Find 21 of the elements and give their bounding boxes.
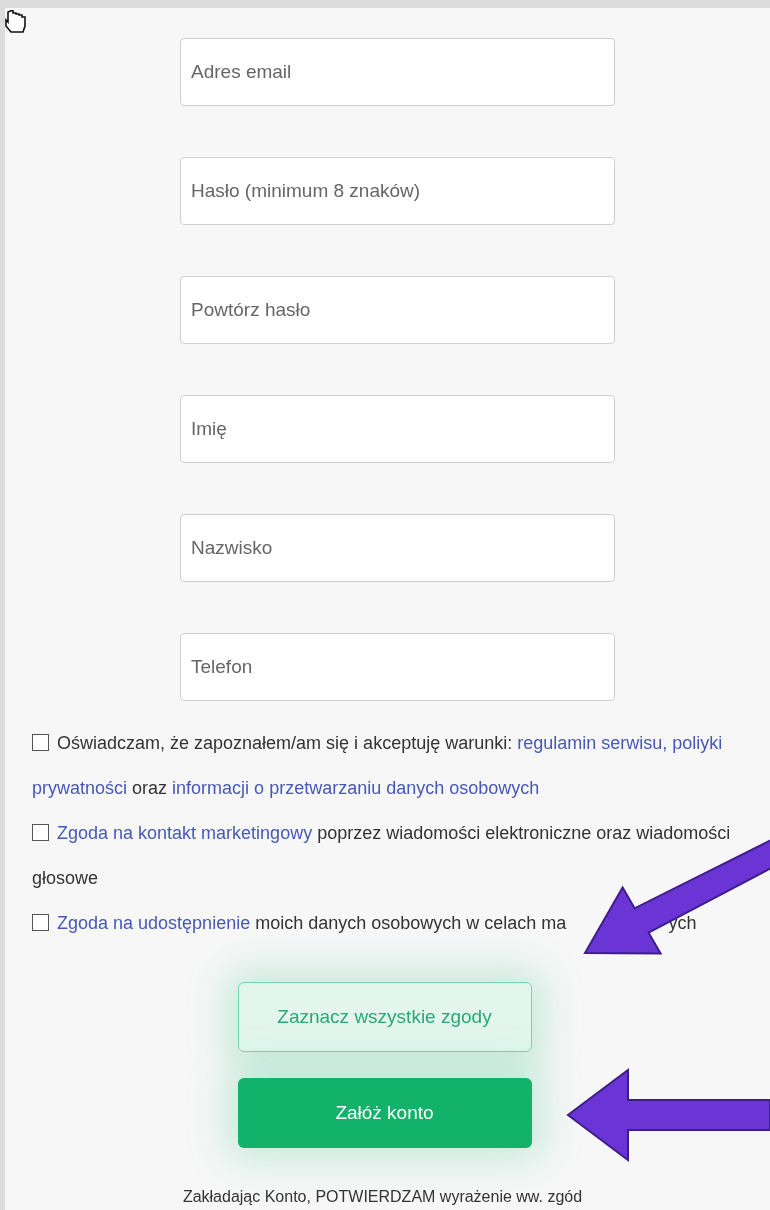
consent-link[interactable]: regulamin serwisu, poliyki: [517, 733, 723, 753]
input-field[interactable]: Powtórz hasło: [180, 276, 615, 344]
consent-text: Oświadczam, że zapoznałem/am się i akceptuję warunki:: [57, 733, 513, 753]
hand-cursor-icon: [5, 10, 27, 34]
checkbox[interactable]: [32, 734, 49, 751]
input-field[interactable]: Telefon: [180, 633, 615, 701]
checkbox[interactable]: [32, 914, 49, 931]
consent-link[interactable]: informacji o przetwarzaniu danych osobowych: [172, 778, 540, 798]
consent-text: głosowe: [32, 868, 99, 888]
input-field[interactable]: Adres email: [180, 38, 615, 106]
input-field[interactable]: Imię: [180, 395, 615, 463]
consent-link[interactable]: Zgoda na udostępnienie: [57, 913, 251, 933]
input-field[interactable]: Nazwisko: [180, 514, 615, 582]
consent-link[interactable]: Zgoda na kontakt marketingowy: [57, 823, 313, 843]
checkbox[interactable]: [32, 824, 49, 841]
footer-note: Zakładając Konto, POTWIERDZAM wyrażenie ww. zgód: [181, 1188, 584, 1206]
consent-text: oraz: [132, 778, 168, 798]
consent-link[interactable]: prywatności: [32, 778, 128, 798]
input-field[interactable]: Hasło (minimum 8 znaków): [180, 157, 615, 225]
consent-text: poprzez wiadomości elektroniczne oraz wiadomości: [317, 823, 731, 843]
consent-text: moich danych osobowych w celach ma: [255, 913, 567, 933]
